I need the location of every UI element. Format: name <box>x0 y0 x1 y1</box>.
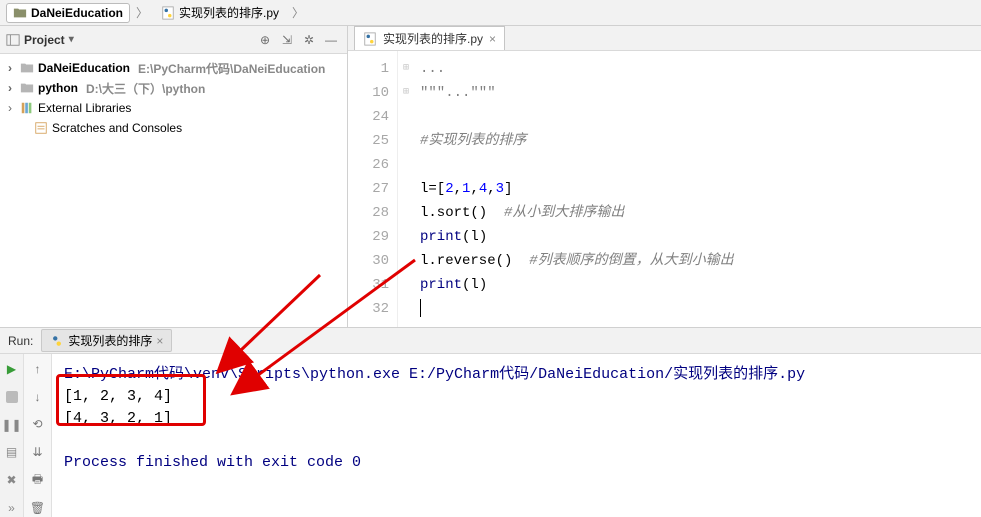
libraries-icon <box>20 101 34 115</box>
tree-row-scratches[interactable]: Scratches and Consoles <box>4 118 343 138</box>
console-exit: Process finished with exit code 0 <box>64 452 969 474</box>
tree-row-python[interactable]: › python D:\大三（下）\python <box>4 78 343 98</box>
chevron-right-icon[interactable]: › <box>4 61 16 75</box>
folder-icon <box>20 81 34 95</box>
stop-button[interactable] <box>3 388 21 406</box>
up-button[interactable]: ↑ <box>29 360 47 378</box>
chevron-right-icon: 〉 <box>136 4 148 21</box>
run-header: Run: 实现列表的排序 × <box>0 328 981 354</box>
console-path: E:\PyCharm代码\venv\Scripts\python.exe E:/… <box>64 364 969 386</box>
editor-tab-label: 实现列表的排序.py <box>383 30 483 47</box>
python-file-icon <box>50 334 64 348</box>
run-side-left: ▶ ❚❚ ▤ ✖ » <box>0 354 24 517</box>
trash-button[interactable]: 🗑 <box>29 499 47 517</box>
tree-row-root[interactable]: › DaNeiEducation E:\PyCharm代码\DaNeiEduca… <box>4 58 343 78</box>
editor-body[interactable]: 110242526272829303132 ⊞⊞ ..."""..."""#实现… <box>348 51 981 327</box>
project-panel-title[interactable]: Project ▾ <box>6 33 74 47</box>
scratch-icon <box>34 121 48 135</box>
pause-button[interactable]: ❚❚ <box>3 416 21 434</box>
project-panel-header: Project ▾ ⊕ ⇲ ✲ — <box>0 26 347 54</box>
run-body: ▶ ❚❚ ▤ ✖ » ↑ ↓ ⟲ ⇊ 🖶 🗑 E:\PyCharm代码\venv… <box>0 354 981 517</box>
breadcrumb: DaNeiEducation 〉 实现列表的排序.py 〉 <box>0 0 981 26</box>
collapse-icon[interactable]: ⇲ <box>277 33 297 47</box>
folder-icon <box>20 61 34 75</box>
breadcrumb-file[interactable]: 实现列表的排序.py <box>154 1 286 24</box>
rerun-button[interactable]: ▶ <box>3 360 21 378</box>
editor-panel: 实现列表的排序.py × 110242526272829303132 ⊞⊞ ..… <box>348 26 981 327</box>
editor-tab[interactable]: 实现列表的排序.py × <box>354 26 505 50</box>
tree-row-label: DaNeiEducation <box>38 61 130 75</box>
print-button[interactable]: 🖶 <box>29 471 47 489</box>
hide-icon[interactable]: — <box>321 33 341 47</box>
chevron-right-icon: 〉 <box>292 4 304 21</box>
chevron-right-icon[interactable]: › <box>4 101 16 115</box>
editor-tabs: 实现列表的排序.py × <box>348 26 981 51</box>
gear-icon[interactable]: ✲ <box>299 33 319 47</box>
tree-row-note: E:\PyCharm代码\DaNeiEducation <box>138 60 325 77</box>
run-tab-label: 实现列表的排序 <box>68 332 152 349</box>
chevron-right-icon[interactable]: › <box>4 81 16 95</box>
python-file-icon <box>161 6 175 20</box>
console-line: [4, 3, 2, 1] <box>64 408 969 430</box>
main-split: Project ▾ ⊕ ⇲ ✲ — › DaNeiEducation E:\Py… <box>0 26 981 328</box>
console-line: [1, 2, 3, 4] <box>64 386 969 408</box>
folder-icon <box>13 6 27 20</box>
editor-code[interactable]: ..."""..."""#实现列表的排序l=[2,1,4,3]l.sort() … <box>414 51 734 327</box>
tree-row-label: Scratches and Consoles <box>52 121 182 135</box>
tree-row-label: External Libraries <box>38 101 131 115</box>
close-icon[interactable]: × <box>489 32 496 46</box>
fold-column: ⊞⊞ <box>398 51 414 327</box>
run-side-right: ↑ ↓ ⟲ ⇊ 🖶 🗑 <box>24 354 52 517</box>
run-label: Run: <box>8 334 33 348</box>
project-tree[interactable]: › DaNeiEducation E:\PyCharm代码\DaNeiEduca… <box>0 54 347 142</box>
layout-button[interactable]: ▤ <box>3 443 21 461</box>
dropdown-icon: ▾ <box>69 34 74 45</box>
tree-row-external-libs[interactable]: › External Libraries <box>4 98 343 118</box>
tree-row-label: python <box>38 81 78 95</box>
project-panel: Project ▾ ⊕ ⇲ ✲ — › DaNeiEducation E:\Py… <box>0 26 348 327</box>
close-icon[interactable]: × <box>156 334 163 348</box>
wrap-button[interactable]: ⟲ <box>29 416 47 434</box>
breadcrumb-file-label: 实现列表的排序.py <box>179 4 279 21</box>
scroll-button[interactable]: ⇊ <box>29 443 47 461</box>
tree-row-note: D:\大三（下）\python <box>86 80 205 97</box>
more-button[interactable]: » <box>3 499 21 517</box>
run-tab[interactable]: 实现列表的排序 × <box>41 329 172 352</box>
python-file-icon <box>363 32 377 46</box>
locate-icon[interactable]: ⊕ <box>255 33 275 47</box>
breadcrumb-folder-label: DaNeiEducation <box>31 6 123 20</box>
breadcrumb-folder[interactable]: DaNeiEducation <box>6 3 130 23</box>
down-button[interactable]: ↓ <box>29 388 47 406</box>
project-icon <box>6 33 20 47</box>
console-output[interactable]: E:\PyCharm代码\venv\Scripts\python.exe E:/… <box>52 354 981 517</box>
pin-button[interactable]: ✖ <box>3 471 21 489</box>
editor-gutter: 110242526272829303132 <box>348 51 398 327</box>
